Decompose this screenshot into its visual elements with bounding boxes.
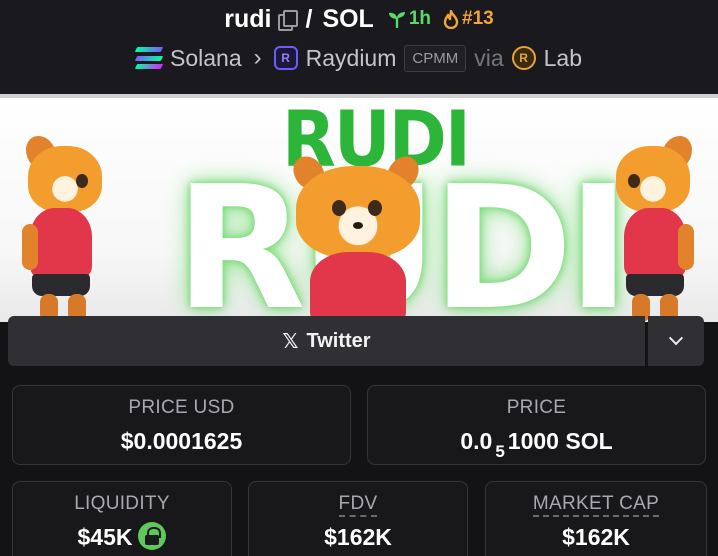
breadcrumb-launchpad[interactable]: Lab bbox=[544, 45, 582, 72]
x-icon: 𝕏 bbox=[282, 330, 299, 353]
market-cap-label-wrap: MARKET CAP bbox=[486, 493, 706, 517]
chevron-right-icon: › bbox=[253, 44, 262, 71]
copy-icon[interactable] bbox=[277, 9, 299, 31]
via-label: via bbox=[474, 44, 504, 71]
breadcrumb-dex[interactable]: Raydium bbox=[306, 45, 397, 72]
token-banner-image: RUDI RUDI bbox=[0, 94, 718, 322]
mascot-right bbox=[610, 134, 700, 322]
market-cap-card: MARKET CAP $162K bbox=[485, 481, 707, 556]
flame-icon bbox=[443, 9, 459, 29]
price-native-label: PRICE bbox=[506, 397, 567, 418]
price-usd-card: PRICE USD $0.0001625 bbox=[12, 385, 351, 465]
liquidity-value: $45K bbox=[77, 524, 133, 550]
mascot-left bbox=[18, 134, 108, 322]
price-native-value: 0.0 5 1000 SOL bbox=[368, 428, 705, 461]
mascot-center bbox=[288, 153, 428, 322]
pair-separator: / bbox=[305, 4, 313, 33]
raydium-icon: R bbox=[273, 46, 298, 70]
base-token-symbol: rudi bbox=[224, 4, 272, 33]
liquidity-value-row: $45K bbox=[13, 521, 231, 553]
pair-age: 1h bbox=[388, 8, 431, 30]
social-links-bar: 𝕏 Twitter bbox=[8, 316, 704, 366]
lock-icon[interactable] bbox=[138, 521, 167, 550]
more-links-button[interactable] bbox=[648, 316, 704, 366]
price-native-rest: 1000 SOL bbox=[507, 428, 613, 454]
trending-rank-value: #13 bbox=[462, 8, 494, 29]
breadcrumb-chain[interactable]: Solana bbox=[170, 45, 242, 72]
twitter-button[interactable]: 𝕏 Twitter bbox=[8, 316, 645, 366]
price-usd-value: $0.0001625 bbox=[120, 428, 243, 454]
pair-age-value: 1h bbox=[408, 8, 432, 29]
quote-token-symbol: SOL bbox=[322, 4, 374, 33]
fdv-label-wrap: FDV bbox=[249, 493, 467, 517]
pool-type-badge: CPMM bbox=[404, 44, 467, 72]
market-cap-label[interactable]: MARKET CAP bbox=[532, 493, 660, 517]
twitter-label: Twitter bbox=[306, 329, 371, 352]
pair-header: rudi / SOL 1h #13 Solana › R Raydium CPM… bbox=[0, 0, 718, 94]
price-native-prefix: 0.0 bbox=[460, 428, 493, 454]
price-native-card: PRICE 0.0 5 1000 SOL bbox=[367, 385, 706, 465]
sprout-icon bbox=[388, 12, 405, 28]
price-native-zero-count: 5 bbox=[495, 442, 505, 461]
fdv-value: $162K bbox=[324, 524, 392, 550]
chevron-down-icon bbox=[668, 331, 684, 346]
trending-rank[interactable]: #13 bbox=[443, 8, 494, 30]
pair-title-row: rudi / SOL 1h #13 bbox=[0, 4, 718, 34]
solana-icon bbox=[134, 47, 164, 69]
breadcrumb: Solana › R Raydium CPMM via R Lab bbox=[0, 40, 718, 76]
launchpad-icon: R bbox=[511, 46, 536, 70]
liquidity-label: LIQUIDITY bbox=[74, 493, 170, 514]
market-cap-value: $162K bbox=[562, 524, 630, 550]
fdv-card: FDV $162K bbox=[248, 481, 468, 556]
fdv-label[interactable]: FDV bbox=[338, 493, 378, 517]
price-usd-label: PRICE USD bbox=[128, 397, 235, 418]
liquidity-card: LIQUIDITY $45K bbox=[12, 481, 232, 556]
